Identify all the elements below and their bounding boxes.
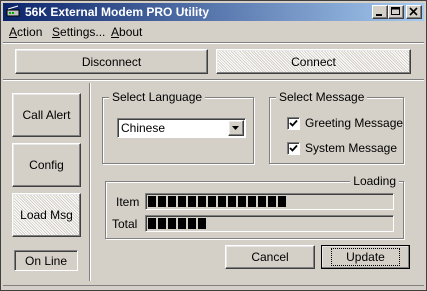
- progress-segment: [258, 196, 266, 207]
- loading-label: Loading: [350, 174, 399, 188]
- modem-app-icon: [6, 5, 20, 17]
- menu-action-accel: A: [9, 25, 18, 39]
- menu-settings[interactable]: Settings...: [52, 25, 105, 39]
- progress-segment: [178, 196, 186, 207]
- online-status-indicator: On Line: [14, 250, 78, 271]
- language-dropdown-button[interactable]: [228, 120, 244, 136]
- minimize-button[interactable]: [372, 5, 388, 19]
- loading-group: Loading Item Total: [105, 174, 404, 239]
- update-button[interactable]: Update: [321, 245, 410, 269]
- menu-action-label: ction: [17, 25, 43, 39]
- progress-segment: [158, 218, 166, 229]
- disconnect-button[interactable]: Disconnect: [15, 49, 208, 74]
- cancel-button[interactable]: Cancel: [225, 245, 315, 269]
- progress-segment: [218, 196, 226, 207]
- load-msg-label: Load Msg: [20, 208, 73, 222]
- select-language-group: Select Language Chinese: [102, 90, 254, 164]
- checkmark-icon: [289, 119, 298, 127]
- system-message-checkbox[interactable]: [287, 141, 300, 155]
- online-status-label: On Line: [24, 253, 68, 268]
- call-alert-label: Call Alert: [22, 108, 71, 122]
- progress-segment: [278, 196, 286, 207]
- close-icon: [409, 7, 418, 16]
- connect-button[interactable]: Connect: [216, 49, 411, 74]
- greeting-message-checkbox[interactable]: [287, 116, 300, 130]
- select-message-group: Select Message Greeting Message System M…: [269, 90, 404, 164]
- connect-label: Connect: [291, 54, 336, 69]
- progress-segment: [198, 196, 206, 207]
- status-bar: [3, 285, 424, 290]
- maximize-icon: [391, 7, 400, 15]
- progress-segment: [228, 196, 236, 207]
- load-msg-button[interactable]: Load Msg: [12, 193, 81, 237]
- item-progress-fill: [148, 196, 286, 207]
- menu-bar: Action Settings... About: [3, 22, 424, 41]
- progress-segment: [168, 218, 176, 229]
- menu-settings-label: ettings...: [60, 25, 106, 39]
- menu-about-accel: A: [111, 25, 120, 39]
- menu-about[interactable]: About: [111, 25, 142, 39]
- progress-segment: [168, 196, 176, 207]
- progress-segment: [148, 218, 156, 229]
- window-title: 56K External Modem PRO Utility: [25, 5, 210, 19]
- total-progress-fill: [148, 218, 206, 229]
- config-button[interactable]: Config: [12, 143, 81, 187]
- minimize-icon: [376, 14, 382, 16]
- progress-segment: [188, 196, 196, 207]
- greeting-message-label: Greeting Message: [305, 116, 404, 130]
- progress-segment: [238, 196, 246, 207]
- progress-segment: [188, 218, 196, 229]
- progress-segment: [268, 196, 276, 207]
- progress-segment: [178, 218, 186, 229]
- toolbar-separator: [3, 79, 424, 81]
- menu-separator: [3, 42, 424, 44]
- progress-segment: [198, 218, 206, 229]
- cancel-label: Cancel: [251, 250, 289, 264]
- chevron-down-icon: [232, 126, 239, 130]
- select-message-label: Select Message: [276, 90, 368, 104]
- item-progress-label: Item: [116, 195, 140, 209]
- language-select-value: Chinese: [121, 121, 166, 135]
- item-progress-bar: [145, 193, 394, 210]
- maximize-button[interactable]: [388, 5, 404, 19]
- close-button[interactable]: [406, 5, 422, 19]
- menu-about-label: bout: [119, 25, 143, 39]
- call-alert-button[interactable]: Call Alert: [12, 93, 81, 137]
- title-bar[interactable]: 56K External Modem PRO Utility: [3, 3, 424, 21]
- menu-action[interactable]: Action: [9, 25, 42, 39]
- greeting-message-option[interactable]: Greeting Message: [287, 116, 403, 130]
- total-progress-label: Total: [112, 217, 138, 231]
- modem-utility-window: 56K External Modem PRO Utility Action Se…: [0, 0, 427, 291]
- select-language-label: Select Language: [109, 90, 206, 104]
- update-label: Update: [331, 248, 400, 266]
- checkmark-icon: [289, 144, 298, 152]
- progress-segment: [158, 196, 166, 207]
- language-select[interactable]: Chinese: [117, 118, 246, 138]
- config-label: Config: [29, 158, 64, 172]
- system-message-option[interactable]: System Message: [287, 141, 397, 155]
- progress-segment: [208, 196, 216, 207]
- progress-segment: [148, 196, 156, 207]
- sidebar-divider: [89, 83, 91, 281]
- disconnect-label: Disconnect: [81, 54, 142, 69]
- total-progress-bar: [145, 215, 394, 232]
- system-message-label: System Message: [305, 141, 398, 155]
- progress-segment: [248, 196, 256, 207]
- menu-settings-accel: S: [52, 25, 61, 39]
